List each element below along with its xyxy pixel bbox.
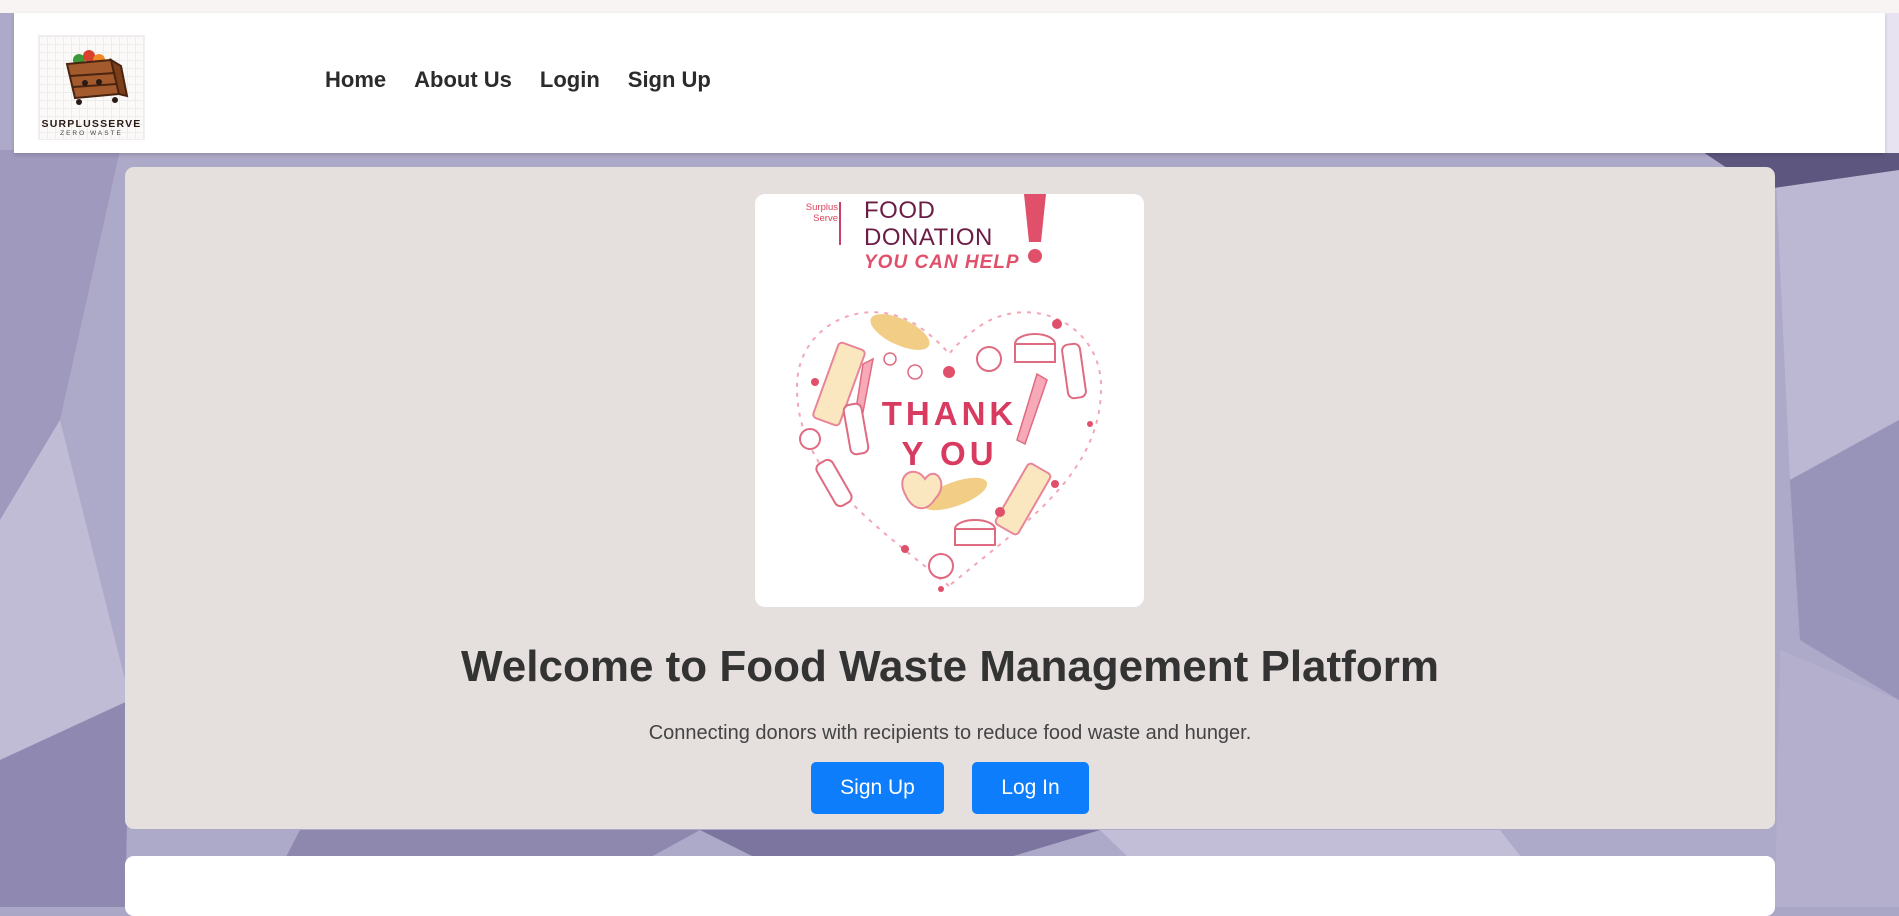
hero-tagline: Connecting donors with recipients to red… bbox=[648, 722, 1252, 744]
sign-up-button[interactable]: Sign Up bbox=[811, 762, 944, 814]
page-title: Welcome to Food Waste Management Platfor… bbox=[461, 642, 1439, 691]
log-in-button[interactable]: Log In bbox=[972, 762, 1089, 814]
brand-name: SURPLUSSERVE bbox=[41, 118, 142, 130]
nav-sign-up[interactable]: Sign Up bbox=[628, 67, 711, 93]
nav-about-us[interactable]: About Us bbox=[414, 67, 512, 93]
brand-logo[interactable]: SURPLUSSERVE ZERO WASTE bbox=[38, 35, 145, 140]
brand-tagline: ZERO WASTE bbox=[60, 130, 123, 137]
crate-icon bbox=[65, 50, 129, 105]
main-nav: Home About Us Login Sign Up bbox=[325, 67, 739, 93]
navbar: SURPLUSSERVE ZERO WASTE Home About Us Lo… bbox=[14, 13, 1885, 153]
next-section-card bbox=[125, 856, 1775, 916]
food-donation-poster: Surplus Serve FOOD DONATION YOU CAN HELP bbox=[755, 194, 1144, 607]
page-edge bbox=[1885, 13, 1899, 153]
nav-home[interactable]: Home bbox=[325, 67, 386, 93]
poster-thank-you: THANK Y OU bbox=[755, 394, 1144, 474]
nav-login[interactable]: Login bbox=[540, 67, 600, 93]
hero-section: Surplus Serve FOOD DONATION YOU CAN HELP bbox=[125, 167, 1775, 829]
top-strip bbox=[0, 0, 1899, 13]
poster-thank-you-line1: THANK bbox=[881, 395, 1018, 432]
poster-thank-you-line2: Y OU bbox=[901, 435, 998, 472]
